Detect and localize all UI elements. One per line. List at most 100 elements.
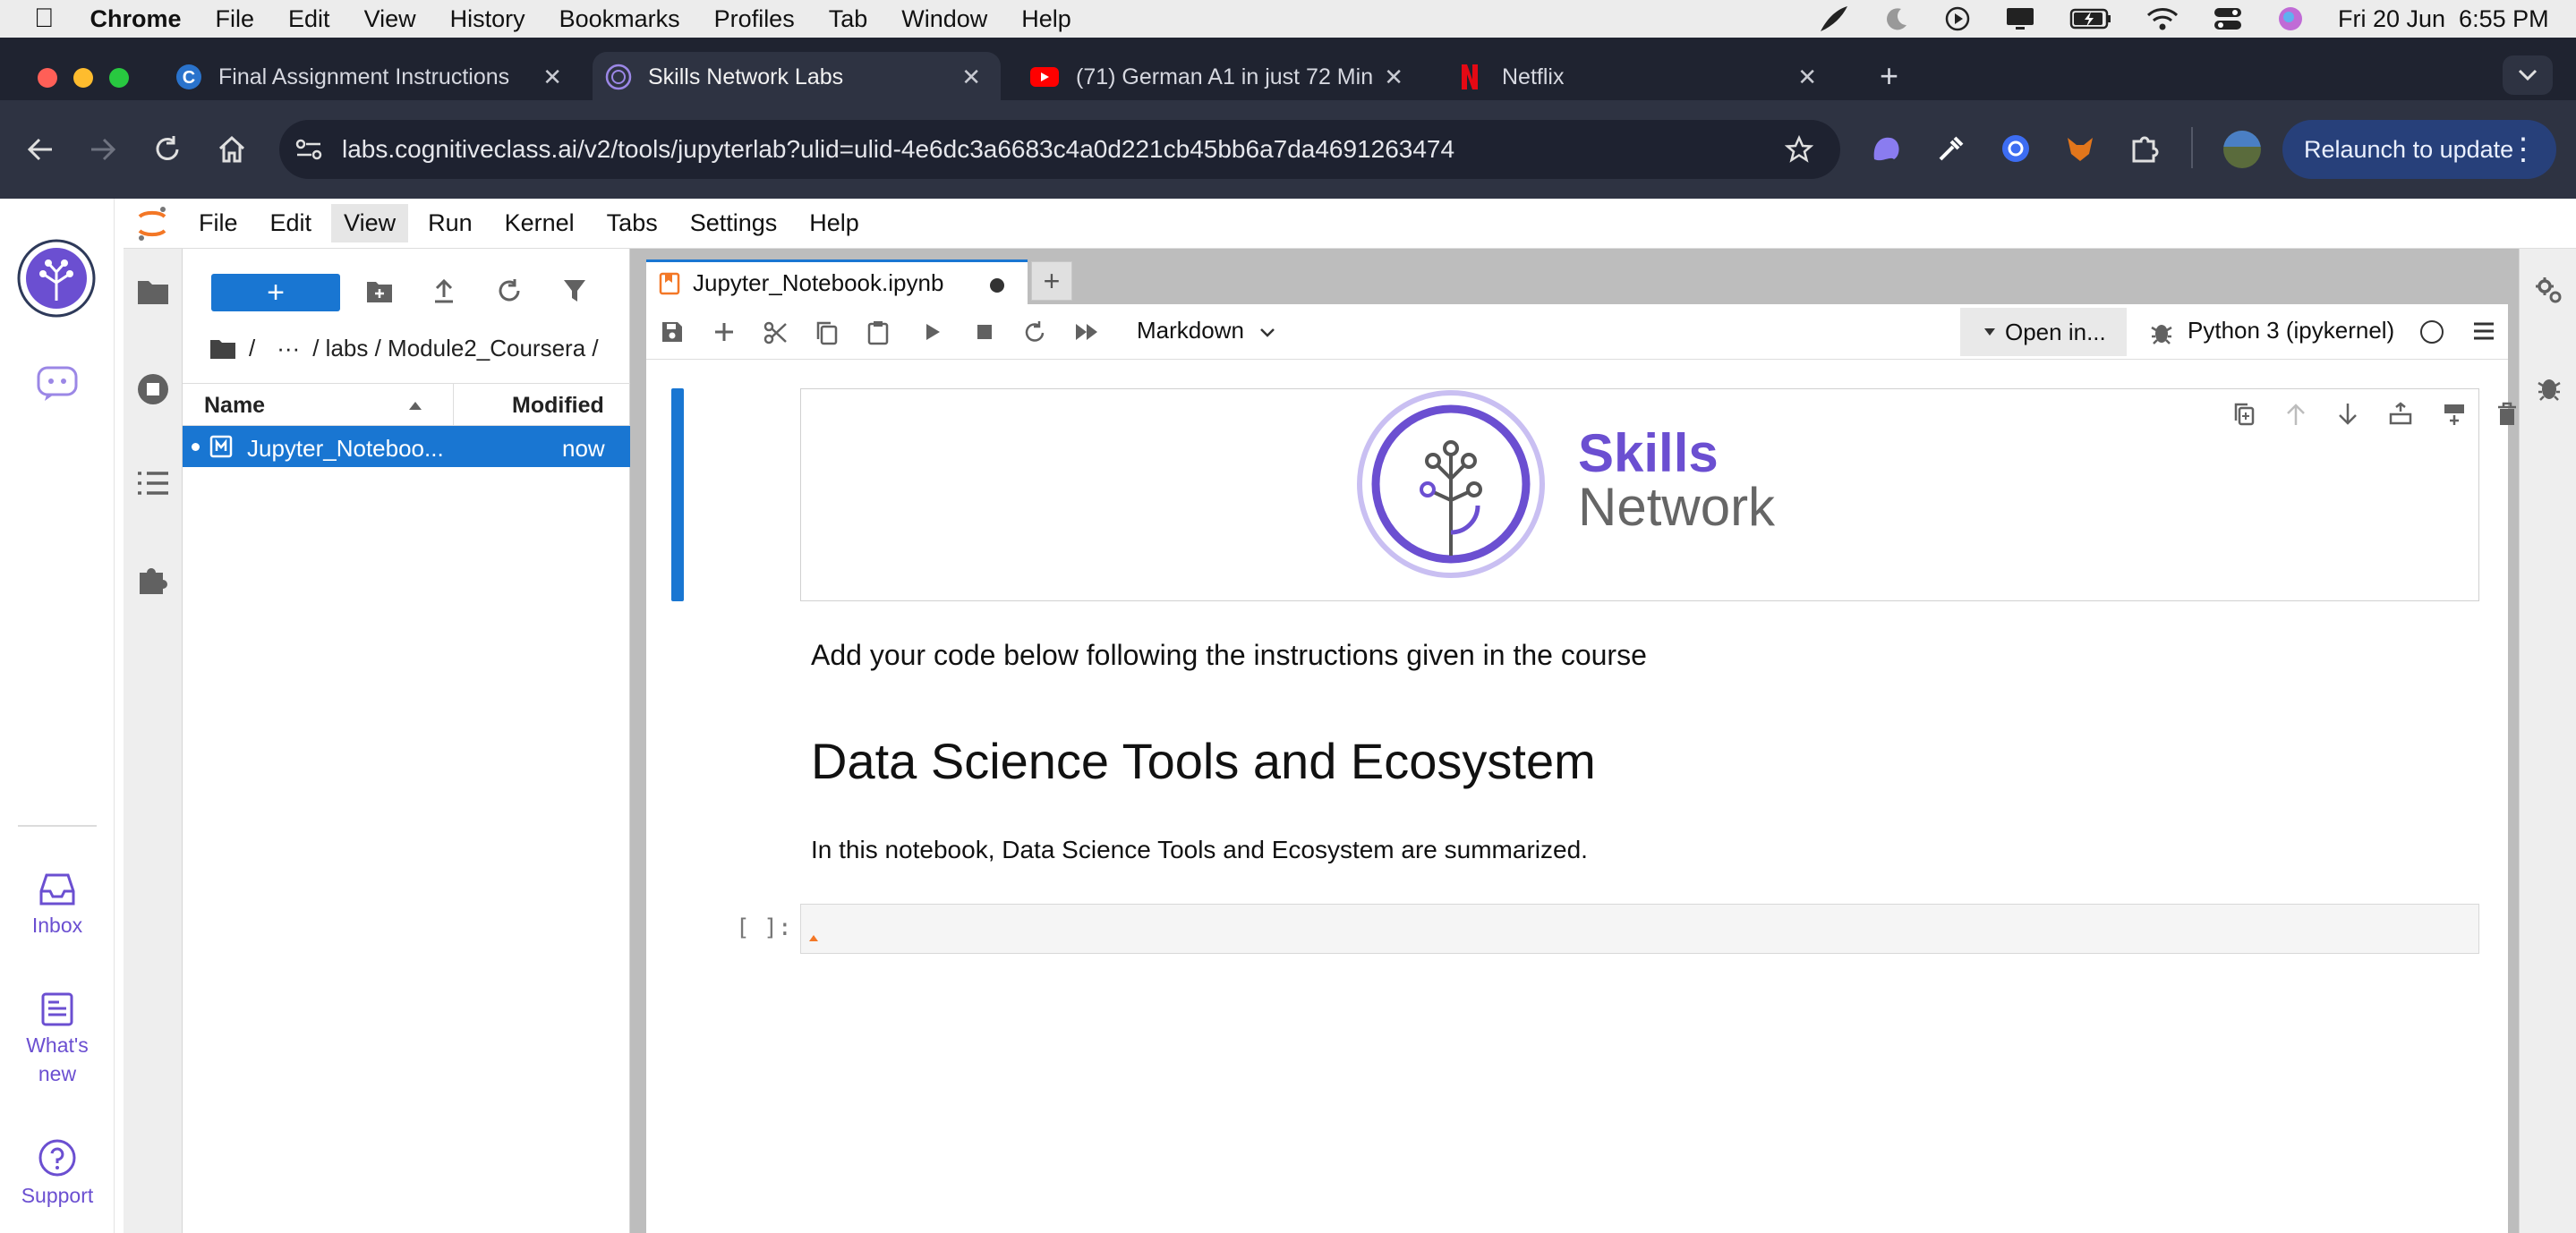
debugger-bug-icon[interactable] (2150, 319, 2173, 345)
forward-arrow-icon[interactable] (88, 136, 118, 163)
move-cell-up-icon[interactable] (2285, 402, 2307, 427)
menu-profiles[interactable]: Profiles (714, 5, 795, 33)
window-zoom-button[interactable] (109, 68, 129, 88)
menu-tab[interactable]: Tab (829, 5, 868, 33)
filter-icon[interactable] (562, 277, 587, 304)
inbox-nav-item[interactable]: Inbox (0, 872, 115, 940)
breadcrumb-root[interactable]: / (249, 335, 255, 362)
browser-tab-youtube[interactable]: (71) German A1 in just 72 Min ✕ (1011, 52, 1423, 102)
interrupt-kernel-icon[interactable] (974, 320, 995, 344)
back-arrow-icon[interactable] (25, 136, 55, 163)
insert-cell-above-icon[interactable] (2389, 402, 2412, 427)
move-cell-down-icon[interactable] (2337, 402, 2358, 427)
browser-tab-coursera[interactable]: C Final Assignment Instructions ✕ (161, 52, 582, 102)
battery-icon[interactable] (2069, 7, 2112, 30)
support-nav-item[interactable]: Support (0, 1138, 115, 1210)
code-cell-editor[interactable] (800, 904, 2479, 954)
tab-notebook[interactable]: Jupyter_Notebook.ipynb (646, 259, 1028, 304)
skills-network-logo-icon[interactable] (16, 238, 97, 319)
new-launcher-tab-button[interactable]: + (1031, 261, 1072, 301)
modified-column-header[interactable]: Modified (512, 393, 604, 419)
extension-manager-icon[interactable] (136, 562, 170, 596)
new-folder-icon[interactable] (365, 279, 394, 304)
folder-icon[interactable] (136, 277, 170, 306)
delete-cell-icon[interactable] (2496, 402, 2518, 427)
menu-window[interactable]: Window (901, 5, 987, 33)
jupyter-menu-kernel[interactable]: Kernel (492, 204, 587, 242)
jupyter-menu-help[interactable]: Help (797, 204, 872, 242)
jupyter-menu-file[interactable]: File (186, 204, 251, 242)
control-center-icon[interactable] (2213, 5, 2243, 32)
debugger-bug-icon[interactable] (2536, 372, 2563, 403)
cut-icon[interactable] (763, 320, 788, 345)
jupyter-logo-icon[interactable] (136, 206, 168, 242)
browser-tab-netflix[interactable]: Netflix ✕ (1441, 52, 1837, 102)
folder-icon[interactable] (209, 337, 236, 361)
moon-icon[interactable] (1883, 5, 1910, 32)
window-minimize-button[interactable] (73, 68, 93, 88)
cell-type-dropdown[interactable]: Markdown (1137, 317, 1275, 344)
apple-icon[interactable]:  (34, 4, 55, 34)
jupyter-menu-run[interactable]: Run (415, 204, 485, 242)
relaunch-update-button[interactable]: Relaunch to update ⋮ (2282, 120, 2556, 179)
menu-bookmarks[interactable]: Bookmarks (559, 5, 680, 33)
menu-history[interactable]: History (450, 5, 525, 33)
table-of-contents-icon[interactable] (136, 469, 170, 497)
feather-icon[interactable] (1817, 4, 1849, 33)
menu-help[interactable]: Help (1021, 5, 1071, 33)
property-inspector-icon[interactable] (2534, 276, 2564, 306)
bookmark-star-icon[interactable] (1785, 135, 1813, 164)
restart-run-all-icon[interactable] (1074, 320, 1101, 344)
close-tab-icon[interactable]: ✕ (961, 64, 981, 91)
upload-icon[interactable] (431, 277, 456, 304)
fox-extension-icon[interactable] (2064, 132, 2096, 165)
active-cell-indicator[interactable] (671, 388, 684, 601)
tab-search-button[interactable] (2503, 55, 2553, 95)
menu-view[interactable]: View (364, 5, 416, 33)
menu-file[interactable]: File (216, 5, 255, 33)
close-tab-icon[interactable]: ✕ (1384, 64, 1403, 91)
jupyter-menu-view[interactable]: View (331, 204, 409, 242)
insert-cell-icon[interactable] (712, 320, 736, 344)
property-inspector-menu-icon[interactable] (2472, 320, 2495, 342)
puzzle-extension-icon[interactable] (2128, 132, 2161, 165)
restart-kernel-icon[interactable] (1022, 320, 1047, 345)
duplicate-cell-icon[interactable] (2233, 402, 2255, 427)
browser-tab-skills-network[interactable]: Skills Network Labs ✕ (593, 52, 1001, 102)
breadcrumb-ellipsis[interactable]: ··· (277, 335, 300, 362)
eyedropper-extension-icon[interactable] (1935, 132, 1967, 165)
close-tab-icon[interactable]: ✕ (1797, 64, 1817, 91)
name-column-header[interactable]: Name (204, 393, 265, 419)
paste-icon[interactable] (866, 320, 890, 345)
new-tab-button[interactable]: + (1880, 57, 1898, 95)
reload-icon[interactable] (152, 134, 183, 165)
ai-chat-icon[interactable] (36, 365, 79, 403)
display-icon[interactable] (2005, 5, 2035, 32)
refresh-icon[interactable] (496, 277, 523, 304)
site-settings-icon[interactable] (294, 136, 324, 163)
run-cell-icon[interactable] (922, 320, 943, 344)
jupyter-menu-tabs[interactable]: Tabs (594, 204, 670, 242)
menu-bar-clock[interactable]: Fri 20 Jun 6:55 PM (2338, 5, 2549, 33)
siri-icon[interactable] (2277, 5, 2304, 32)
address-bar[interactable]: labs.cognitiveclass.ai/v2/tools/jupyterl… (279, 120, 1840, 179)
close-tab-icon[interactable]: ✕ (542, 64, 562, 91)
running-sessions-icon[interactable] (136, 372, 170, 406)
markdown-cell-logo[interactable]: Skills Network (800, 388, 2516, 601)
menu-app-name[interactable]: Chrome (90, 5, 182, 33)
jupyter-menu-settings[interactable]: Settings (678, 204, 790, 242)
ghost-extension-icon[interactable] (1871, 132, 1903, 165)
insert-cell-below-icon[interactable] (2443, 402, 2466, 427)
home-icon[interactable] (217, 134, 247, 165)
wifi-icon[interactable] (2146, 6, 2179, 31)
kernel-name[interactable]: Python 3 (ipykernel) (2188, 317, 2394, 344)
whats-new-nav-item[interactable]: What's new (0, 991, 115, 1088)
profile-avatar[interactable] (2223, 131, 2261, 168)
target-extension-icon[interactable] (2000, 132, 2032, 165)
unsaved-indicator-icon[interactable] (990, 278, 1004, 293)
window-close-button[interactable] (38, 68, 57, 88)
copy-icon[interactable] (815, 320, 838, 345)
menu-edit[interactable]: Edit (288, 5, 330, 33)
save-icon[interactable] (661, 320, 684, 344)
new-launcher-button[interactable]: + (211, 274, 340, 311)
